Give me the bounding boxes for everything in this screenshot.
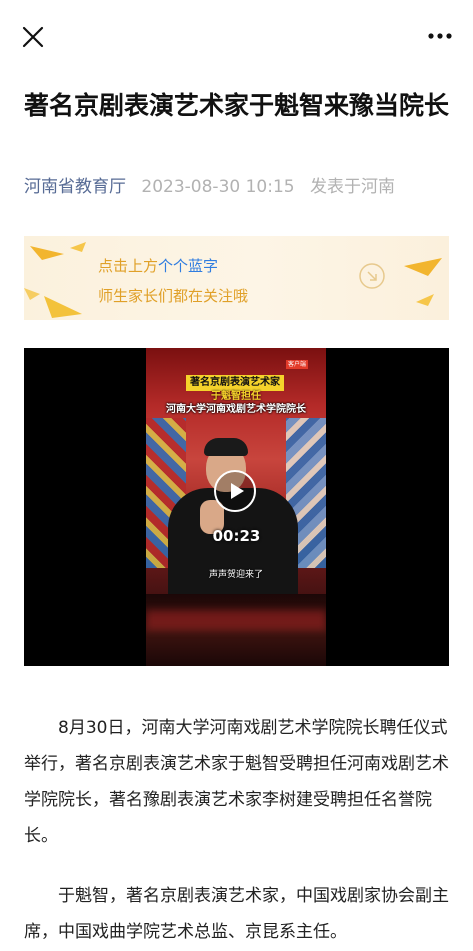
publish-date: 2023-08-30 10:15 (141, 177, 295, 197)
close-icon[interactable] (20, 24, 46, 50)
article-meta: 河南省教育厅 2023-08-30 10:15 发表于河南 (24, 174, 395, 200)
banner-line-1: 点击上方个个蓝字 (98, 256, 218, 276)
video-source-tag: 客户端 (286, 360, 309, 369)
video-duration: 00:23 (212, 527, 261, 545)
video-lower-glow (146, 610, 326, 630)
video-lower-panel (146, 594, 326, 666)
performer-hair (204, 438, 248, 456)
article-paragraph-1: 8月30日，河南大学河南戏剧艺术学院院长聘任仪式举行，著名京剧表演艺术家于魁智受… (24, 718, 449, 846)
account-name-link[interactable]: 河南省教育厅 (24, 177, 126, 197)
top-bar (0, 0, 473, 72)
banner-line-1-highlight: 个个蓝字 (158, 257, 219, 275)
video-caption-line-1: 著名京剧表演艺术家 (186, 375, 284, 391)
play-button[interactable] (214, 470, 256, 512)
follow-banner[interactable]: 点击上方个个蓝字 师生家长们都在关注哦 (24, 236, 449, 320)
video-caption-line-3: 河南大学河南戏剧艺术学院院长 (166, 404, 306, 415)
banner-line-1-prefix: 点击上方 (98, 257, 159, 275)
video-caption-line-2: 于魁智担任 (211, 391, 261, 402)
video-player[interactable]: 客户端 著名京剧表演艺术家 于魁智担任 河南大学河南戏剧艺术学院院长 声声贺迎来… (24, 348, 449, 666)
article-paragraph-2: 于魁智，著名京剧表演艺术家，中国戏剧家协会副主席，中国戏曲学院艺术总监、京昆系主… (24, 886, 449, 942)
more-horizontal-icon[interactable] (427, 30, 453, 42)
play-icon (231, 483, 244, 499)
banner-line-2: 师生家长们都在关注哦 (98, 287, 249, 305)
video-subtitle: 声声贺迎来了 (208, 570, 263, 580)
banner-decoration-icon (24, 242, 442, 318)
publish-location: 发表于河南 (310, 177, 396, 197)
article-title: 著名京剧表演艺术家于魁智来豫当院长 (24, 91, 450, 120)
